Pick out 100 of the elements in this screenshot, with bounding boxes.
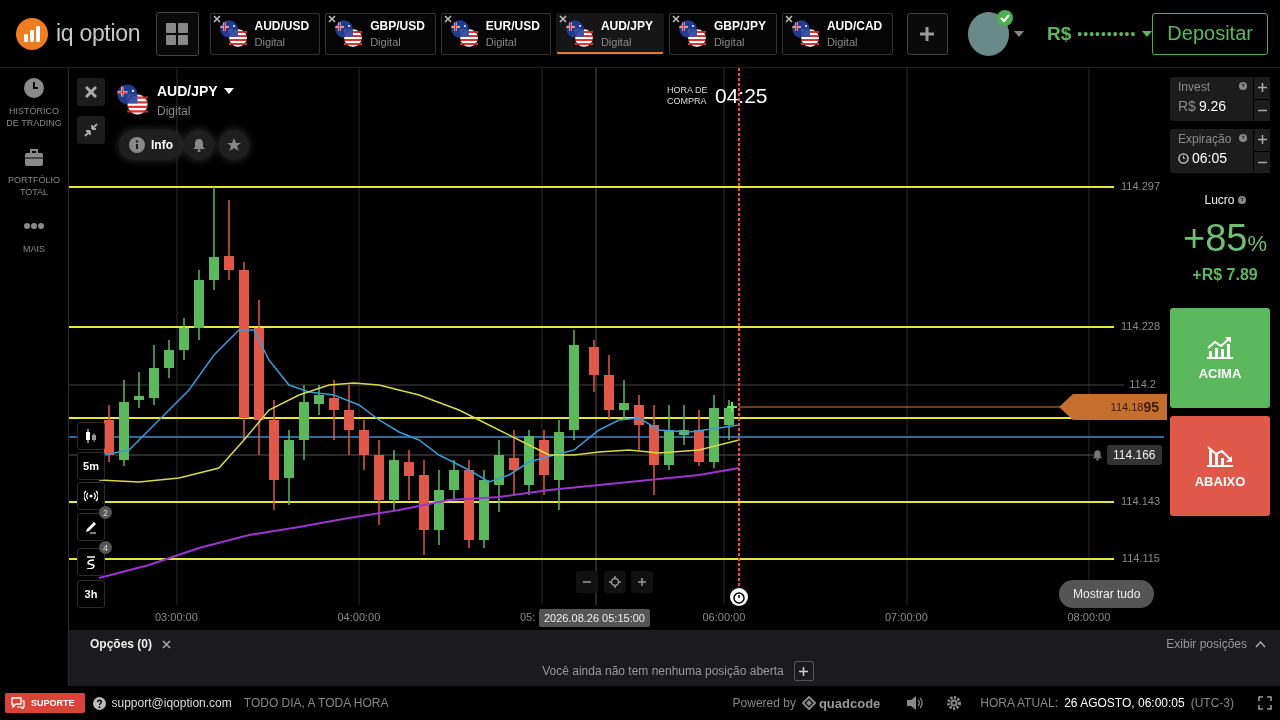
caret-icon[interactable]	[1142, 30, 1153, 37]
fullscreen-icon[interactable]	[1258, 696, 1272, 710]
logo-text: iq option	[56, 20, 141, 47]
profit-percent: +85%	[1183, 217, 1267, 260]
avatar-placeholder[interactable]	[967, 11, 1010, 56]
bell-icon	[192, 138, 206, 152]
support-hours: TODO DIA, A TODA HORA	[243, 696, 389, 710]
help-icon[interactable]	[1237, 196, 1246, 204]
support-email-link[interactable]: support@iqoption.com	[111, 696, 232, 710]
show-positions-toggle[interactable]: Exibir posições	[1166, 637, 1266, 651]
asset-name: AUD/USD	[254, 19, 310, 33]
candlestick	[664, 404, 674, 471]
empty-positions-message: Você ainda não tem nenhuma posição aberta	[542, 664, 784, 678]
zoom-in-icon	[636, 576, 648, 588]
timeframe-button[interactable]: 5m	[77, 452, 105, 480]
decrease-button[interactable]	[1254, 99, 1270, 121]
candlestick	[164, 339, 174, 379]
candlestick	[524, 429, 534, 496]
close-icon[interactable]	[443, 14, 452, 23]
timer-icon[interactable]	[730, 588, 748, 606]
asset-type: Digital	[157, 104, 191, 118]
asset-name: EUR/USD	[485, 19, 540, 33]
asset-grid-button[interactable]	[156, 11, 199, 56]
candlestick	[149, 344, 159, 406]
caret-icon[interactable]	[1014, 30, 1025, 37]
asset-tab[interactable]: AUD/USD Digital	[209, 12, 321, 55]
logo-icon	[16, 17, 48, 50]
close-icon[interactable]	[212, 14, 221, 23]
speaker-icon[interactable]	[906, 695, 925, 711]
quadcode-logo-icon	[801, 696, 816, 710]
price-axis-label: 114.115	[1121, 552, 1160, 564]
candlestick	[344, 384, 354, 456]
flags-icon	[449, 18, 480, 49]
alert-button[interactable]	[184, 130, 214, 160]
asset-tab[interactable]: EUR/USD Digital	[440, 12, 551, 55]
asset-type: Digital	[713, 36, 746, 48]
close-icon[interactable]	[328, 14, 337, 23]
collapse-button[interactable]	[77, 116, 105, 144]
trend-down-icon	[1205, 443, 1235, 468]
asset-tab[interactable]: GBP/JPY Digital	[668, 12, 777, 55]
pencil-icon	[84, 520, 98, 534]
invest-field[interactable]: Invest R$ 9.26	[1170, 77, 1253, 121]
verified-check-icon	[997, 9, 1014, 26]
add-tab-button[interactable]	[907, 12, 948, 55]
close-icon[interactable]	[162, 639, 171, 649]
timeframe-button[interactable]: 3h	[77, 580, 105, 608]
countdown-timer: 04:25	[715, 84, 768, 108]
current-time-label: HORA ATUAL:	[980, 696, 1059, 710]
indicators-button[interactable]	[77, 548, 105, 576]
asset-type: Digital	[254, 36, 287, 48]
alert-price-label: 114.166	[1107, 445, 1162, 465]
sidebar-item[interactable]: MAIS	[3, 216, 65, 255]
info-button[interactable]: Info	[119, 130, 183, 160]
current-price-tag: 114.1895	[1059, 394, 1167, 420]
expiration-field[interactable]: Expiração 06:05	[1170, 129, 1253, 173]
candlestick	[589, 339, 599, 393]
increase-button[interactable]	[1254, 77, 1270, 99]
close-icon[interactable]	[671, 14, 680, 23]
time-axis-label: 03:00:00	[155, 611, 198, 623]
sidebar-item[interactable]: PORTFÓLIO TOTAL	[3, 147, 65, 198]
chart-type-button[interactable]	[77, 422, 105, 450]
plus-icon	[799, 666, 809, 676]
time-axis-label: 04:00:00	[337, 611, 381, 623]
asset-tab[interactable]: GBP/USD Digital	[325, 12, 436, 55]
zoom-in-button[interactable]	[631, 571, 653, 593]
put-button[interactable]: ABAIXO	[1170, 416, 1270, 516]
asset-tab[interactable]: AUD/JPY Digital	[555, 12, 664, 55]
options-tab[interactable]: Opções (0)	[90, 637, 152, 651]
flags-icon	[564, 18, 595, 49]
candlestick	[694, 409, 704, 467]
briefcase-icon	[24, 147, 44, 167]
help-icon	[92, 696, 106, 710]
show-all-button[interactable]: Mostrar tudo	[1059, 580, 1155, 608]
candlestick	[634, 394, 644, 451]
close-icon[interactable]	[784, 14, 793, 23]
close-chart-button[interactable]	[77, 78, 105, 106]
deposit-button[interactable]: Depositar	[1152, 12, 1268, 55]
decrease-button[interactable]	[1254, 151, 1270, 173]
sidebar-item[interactable]: HISTÓRICO DE TRADING	[3, 78, 65, 129]
help-icon[interactable]	[1239, 82, 1247, 90]
purchase-time-label: HORA DE COMPRA	[667, 85, 709, 107]
crosshair-button[interactable]	[604, 571, 626, 593]
add-position-button[interactable]	[793, 661, 814, 681]
price-axis-label: 114.143	[1121, 495, 1160, 507]
drawing-tools-button[interactable]	[77, 513, 105, 541]
increase-button[interactable]	[1254, 129, 1270, 151]
zoom-out-button[interactable]	[576, 571, 598, 593]
signals-button[interactable]	[77, 482, 105, 510]
favorite-button[interactable]	[219, 130, 249, 160]
field-label: Invest	[1178, 80, 1210, 94]
settings-icon[interactable]	[946, 695, 963, 711]
support-button[interactable]: SUPORTE	[5, 693, 85, 713]
candlestick	[104, 404, 114, 463]
candlestick	[539, 429, 549, 496]
candlestick	[359, 419, 369, 471]
close-icon[interactable]	[558, 14, 567, 23]
asset-selector[interactable]: AUD/JPY	[157, 83, 234, 99]
help-icon[interactable]	[1239, 134, 1247, 142]
asset-tab[interactable]: AUD/CAD Digital	[781, 12, 894, 55]
timezone-label: (UTC-3)	[1190, 696, 1234, 710]
